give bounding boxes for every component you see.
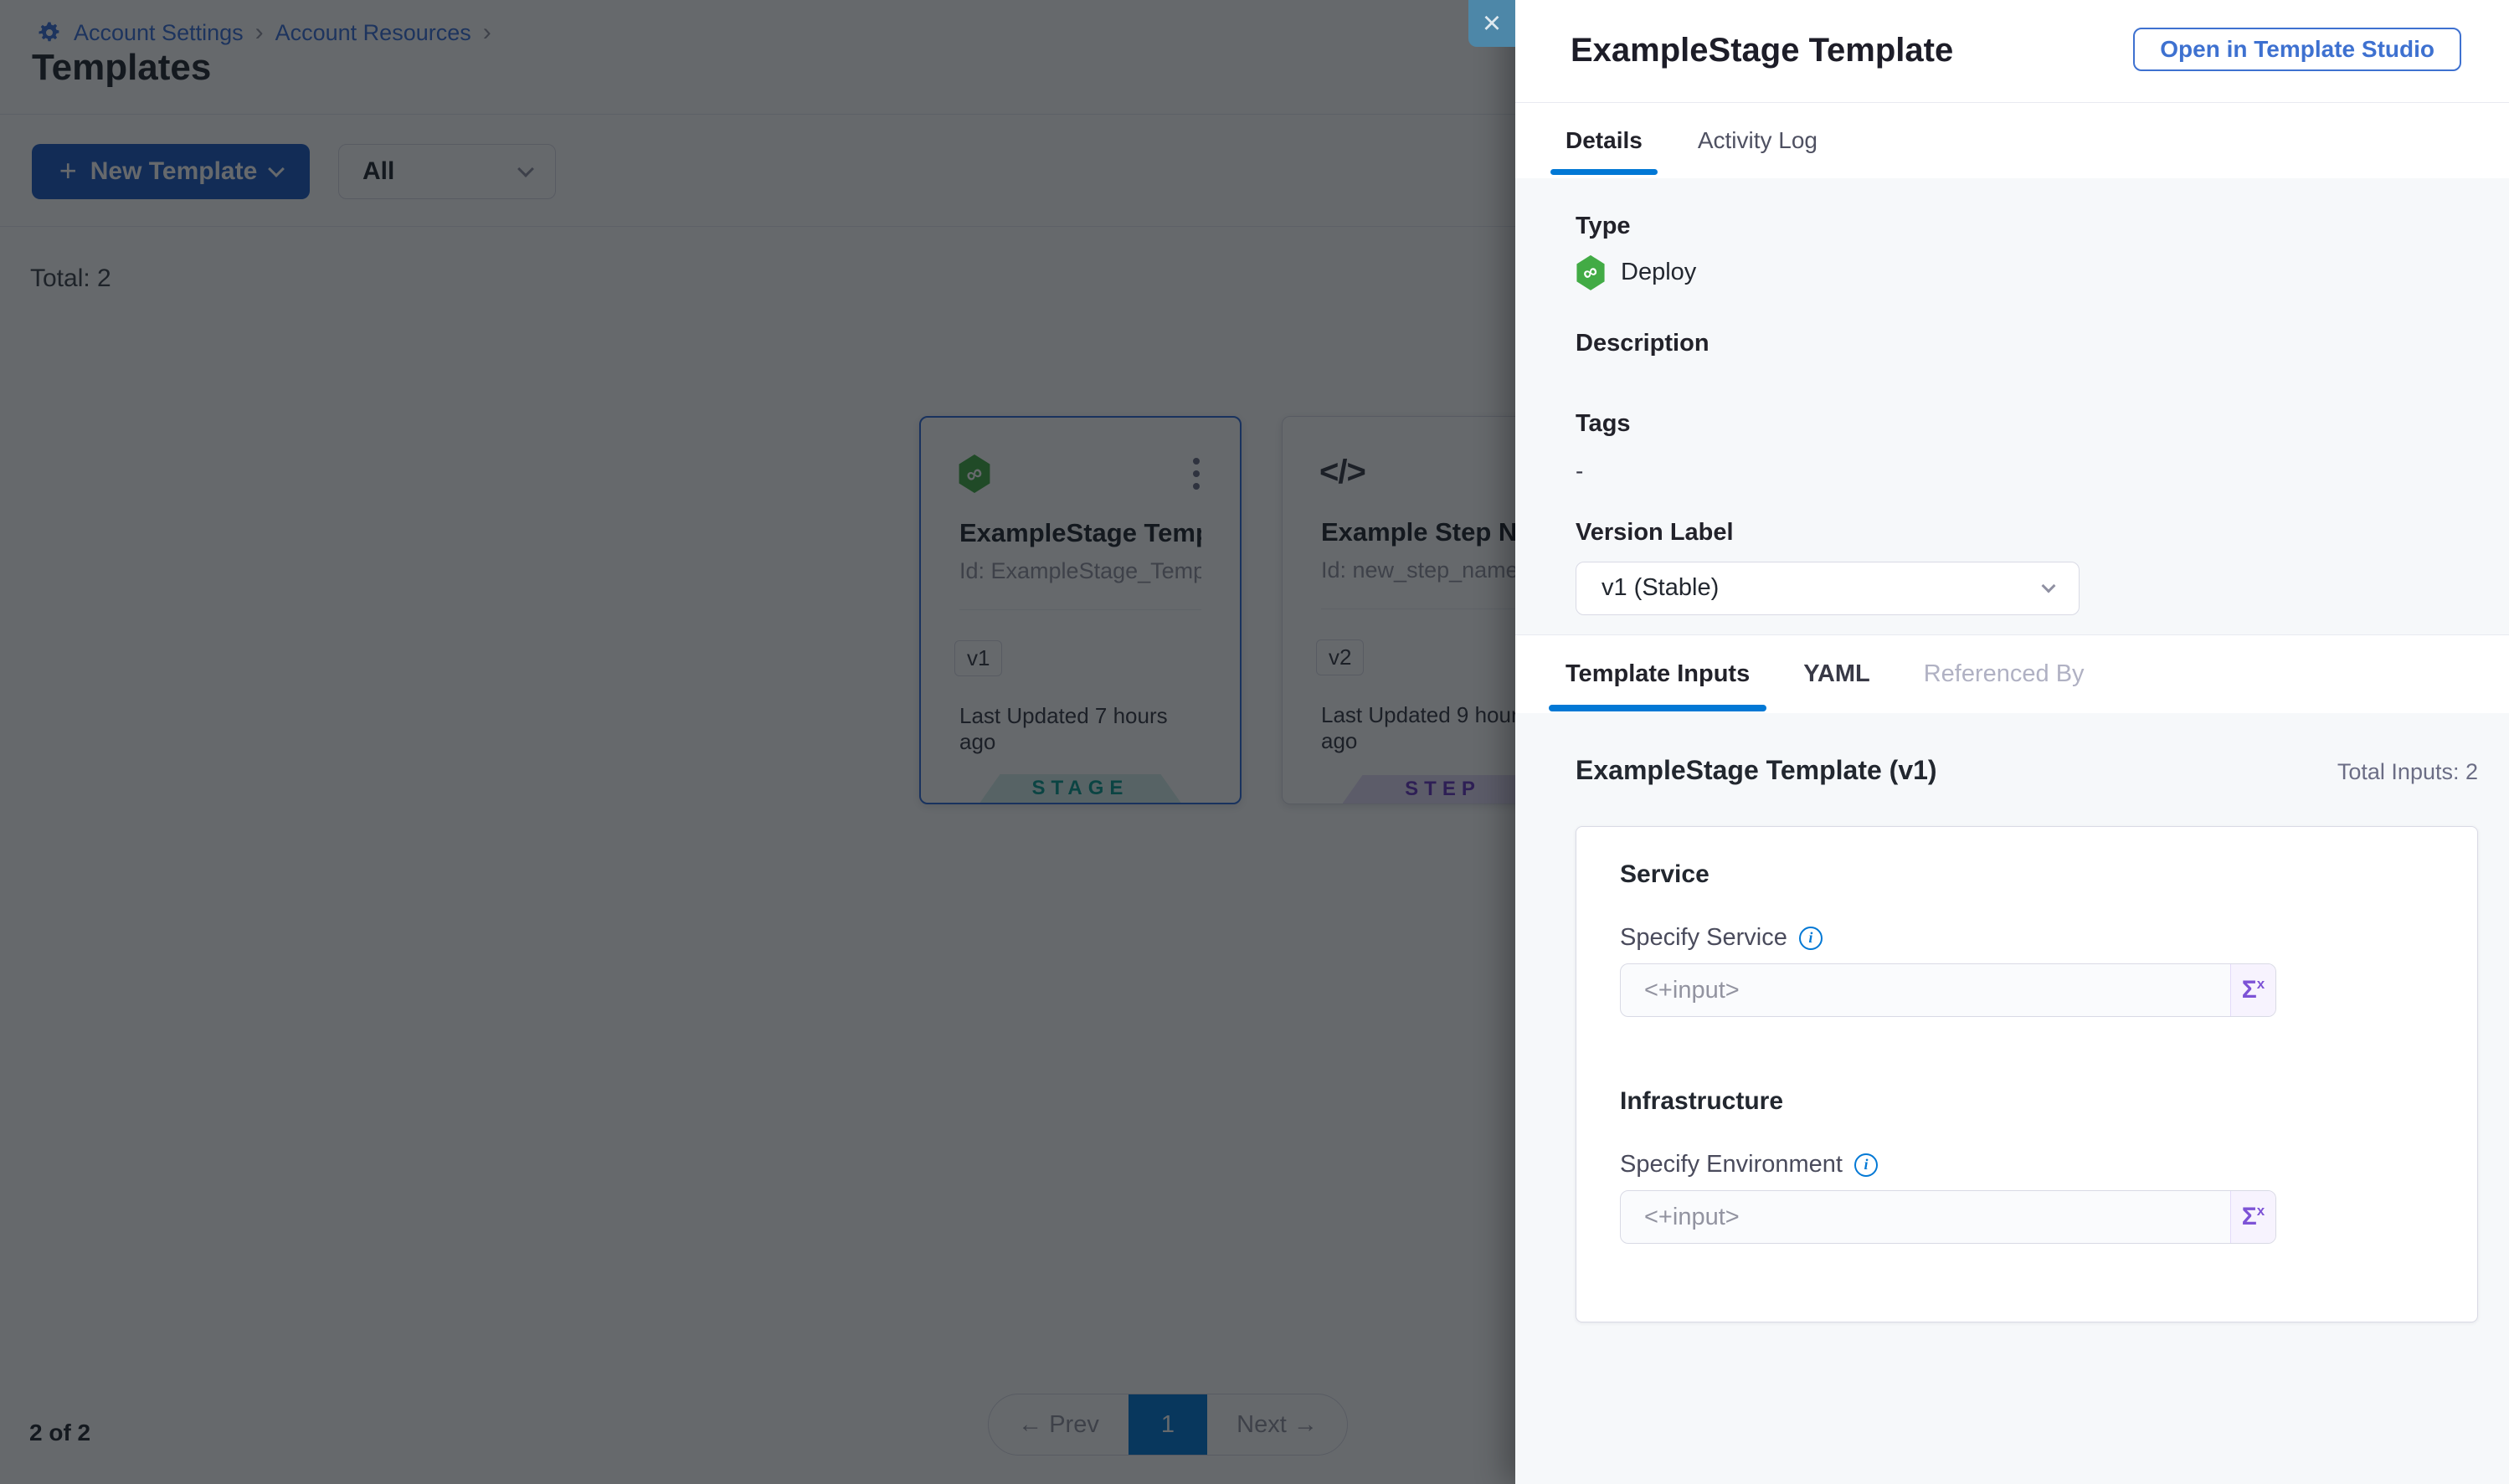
tags-label: Tags bbox=[1576, 411, 2449, 438]
version-label: Version Label bbox=[1576, 520, 2449, 547]
close-drawer-button[interactable]: × bbox=[1468, 0, 1515, 47]
template-inputs-section: ExampleStage Template (v1) Total Inputs:… bbox=[1515, 713, 2509, 1484]
version-select[interactable]: v1 (Stable) bbox=[1576, 562, 2080, 615]
infrastructure-section: Infrastructure Specify Environment i Σx bbox=[1620, 1087, 2434, 1244]
type-value: Deploy bbox=[1621, 259, 1696, 286]
specify-service-input-wrap: Σx bbox=[1620, 963, 2276, 1017]
expression-type-button[interactable]: Σx bbox=[2230, 964, 2275, 1016]
version-select-value: v1 (Stable) bbox=[1602, 574, 1719, 602]
drawer-subtabs: Template Inputs YAML Referenced By bbox=[1515, 634, 2509, 713]
inputs-card: Service Specify Service i Σx Infrastruct… bbox=[1576, 826, 2478, 1322]
drawer-tabs: Details Activity Log bbox=[1515, 103, 2509, 178]
template-details-drawer: × ExampleStage Template Open in Template… bbox=[1515, 0, 2509, 1484]
specify-environment-label: Specify Environment bbox=[1620, 1151, 1843, 1178]
tab-details[interactable]: Details bbox=[1566, 103, 1643, 178]
tab-template-inputs[interactable]: Template Inputs bbox=[1566, 635, 1750, 713]
tab-activity-log[interactable]: Activity Log bbox=[1698, 103, 1817, 178]
open-in-template-studio-button[interactable]: Open in Template Studio bbox=[2133, 28, 2461, 71]
inputs-heading: ExampleStage Template (v1) bbox=[1576, 755, 1937, 786]
specify-service-label: Specify Service bbox=[1620, 924, 1787, 952]
deploy-icon: ∞ bbox=[1576, 255, 1606, 290]
details-section: Type ∞ Deploy Description Tags - Version… bbox=[1515, 178, 2509, 634]
drawer-backdrop[interactable] bbox=[0, 0, 1515, 1484]
close-icon: × bbox=[1483, 6, 1501, 42]
drawer-header: ExampleStage Template Open in Template S… bbox=[1515, 0, 2509, 103]
expression-type-button[interactable]: Σx bbox=[2230, 1191, 2275, 1243]
tags-value: - bbox=[1576, 458, 2449, 485]
service-section: Service Specify Service i Σx bbox=[1620, 860, 2434, 1017]
tab-referenced-by[interactable]: Referenced By bbox=[1924, 635, 2085, 713]
chevron-down-icon bbox=[2042, 578, 2056, 593]
description-label: Description bbox=[1576, 331, 2449, 357]
type-label: Type bbox=[1576, 213, 2449, 240]
drawer-title: ExampleStage Template bbox=[1571, 32, 1953, 69]
specify-environment-input-wrap: Σx bbox=[1620, 1190, 2276, 1244]
tab-yaml[interactable]: YAML bbox=[1803, 635, 1870, 713]
total-inputs: Total Inputs: 2 bbox=[2337, 759, 2478, 785]
templates-page: Account Settings › Account Resources › T… bbox=[0, 0, 2509, 1484]
service-section-title: Service bbox=[1620, 860, 2434, 889]
infrastructure-section-title: Infrastructure bbox=[1620, 1087, 2434, 1116]
specify-service-input[interactable] bbox=[1621, 964, 2230, 1016]
info-icon[interactable]: i bbox=[1854, 1153, 1878, 1177]
specify-environment-input[interactable] bbox=[1621, 1191, 2230, 1243]
info-icon[interactable]: i bbox=[1799, 927, 1823, 950]
